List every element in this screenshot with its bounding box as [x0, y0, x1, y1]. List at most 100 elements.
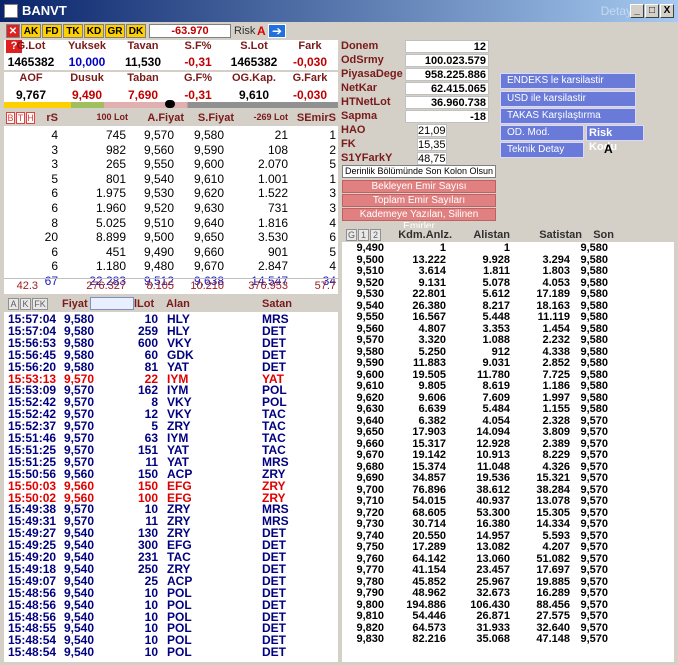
- kademe-cell: 11.119: [537, 311, 570, 323]
- stats-panel: Donem 12 OdSrmy 100.023.579 PiyasaDege 958.22…: [341, 40, 493, 165]
- kademe-cell: 9,580: [580, 345, 608, 358]
- risk-label: Risk: [234, 25, 256, 37]
- teknik-detay-button[interactable]: Teknik Detay: [500, 142, 584, 158]
- kademe-cell: 9,570: [580, 598, 608, 611]
- trades-col-header: Satan: [262, 298, 292, 310]
- kademe-cell: 1.088: [482, 334, 510, 346]
- kademe-cell: 11.883: [412, 357, 446, 369]
- bekleyen-emir-button[interactable]: Bekleyen Emir Sayısı: [342, 180, 496, 193]
- kademe-tab-1[interactable]: 1: [358, 229, 369, 241]
- title-bar: BANVT Detay _ □ X: [0, 0, 678, 22]
- trades-header: A K FK Fiyat lLot Alan Satan: [4, 296, 338, 312]
- kademe-cell: 1: [503, 242, 510, 254]
- trades-col-header: Alan: [166, 298, 190, 310]
- toolbar-gr-button[interactable]: GR: [105, 24, 125, 38]
- toolbar-fd-button[interactable]: FD: [42, 24, 62, 38]
- kademe-cell: 3.320: [418, 334, 446, 346]
- kademe-cell: 9,780: [356, 575, 384, 588]
- kademe-cell: 9,500: [356, 253, 384, 266]
- kademe-col-header: Son: [593, 229, 614, 241]
- depth-cell: 731: [267, 201, 288, 215]
- takas-compare-button[interactable]: TAKAS Karşılaştırma: [500, 108, 636, 124]
- kademe-cell: 9,810: [356, 610, 384, 622]
- kademe-cell: 9,570: [580, 437, 608, 450]
- kademe-cell: 2.328: [542, 414, 570, 427]
- summary-value: -0,030: [292, 88, 328, 102]
- maximize-button[interactable]: □: [645, 4, 659, 18]
- trade-cell: 9,540: [64, 645, 95, 660]
- toplam-emir-button[interactable]: Toplam Emir Sayıları: [342, 194, 496, 207]
- trades-tab-a[interactable]: A: [8, 298, 19, 310]
- summary-label: Yuksek: [68, 40, 106, 52]
- kademe-cell: 38.612: [476, 483, 510, 496]
- kademe-cell: 9,570: [356, 334, 384, 346]
- kademe-cell: 9,570: [580, 575, 608, 588]
- close-button[interactable]: X: [660, 4, 674, 18]
- depth-cell: 20: [44, 230, 58, 245]
- minimize-button[interactable]: _: [630, 4, 644, 18]
- kademe-cell: 14.957: [476, 529, 510, 542]
- depth-cell: 9,530: [143, 186, 174, 201]
- kademe-cell: 9,570: [580, 495, 608, 507]
- kademe-cell: 27.575: [536, 610, 570, 622]
- kademe-cell: 5.484: [482, 403, 510, 415]
- kademe-tab-G[interactable]: G: [346, 229, 357, 241]
- depth-tab-b[interactable]: B: [6, 112, 15, 124]
- trade-cell: 15:48:54: [8, 645, 57, 660]
- risk-kodu-button[interactable]: Risk Kodu: [586, 125, 644, 153]
- summary-label: S.F%: [184, 40, 212, 52]
- depth-tab-t[interactable]: T: [16, 112, 25, 124]
- kademe-cell: 9,570: [580, 552, 608, 565]
- usd-compare-button[interactable]: USD ile karsilastir: [500, 91, 636, 107]
- stat-label: PiyasaDege: [341, 68, 403, 80]
- window-right-title: Detay: [600, 4, 632, 18]
- kademe-cell: 11.780: [476, 368, 510, 381]
- kademe-cell: 9,740: [356, 529, 384, 542]
- trades-tab-k[interactable]: K: [20, 298, 31, 310]
- stat-label: NetKar: [341, 82, 378, 94]
- kademe-cell: 8.229: [542, 449, 570, 461]
- depth-cell: 4: [329, 259, 336, 274]
- close-x-icon[interactable]: ✕: [6, 24, 20, 38]
- kademe-tab-2[interactable]: 2: [370, 229, 381, 241]
- depth-cell: 9,480: [143, 259, 174, 274]
- kademe-cell: 17.289: [412, 541, 446, 553]
- kademe-cell: 3.809: [542, 426, 570, 438]
- kademe-cell: 14.094: [476, 426, 510, 438]
- endeks-compare-button[interactable]: ENDEKS le karsilastir: [500, 73, 636, 89]
- depth-cell: 9,490: [143, 244, 174, 259]
- kademe-cell: 9,570: [580, 541, 608, 553]
- depth-tab-h[interactable]: H: [26, 112, 35, 124]
- depth-cell: 9,520: [143, 201, 174, 215]
- depth-cell: 9,650: [193, 230, 224, 245]
- toolbar-kd-button[interactable]: KD: [84, 24, 104, 38]
- kademe-cell: 9,760: [356, 552, 384, 565]
- trades-filter-input[interactable]: [90, 297, 134, 310]
- depth-col-header: -269 Lot: [253, 112, 288, 122]
- kademe-cell: 9,540: [356, 299, 384, 312]
- depth-col-header: S.Fiyat: [197, 112, 234, 124]
- toolbar-tk-button[interactable]: TK: [63, 24, 83, 38]
- kademe-cell: 15.374: [412, 460, 446, 473]
- kademe-cell: 32.673: [476, 587, 510, 599]
- kademe-emir-button[interactable]: Kademeye Yazılan, Silinen Emirler: [342, 208, 496, 232]
- toolbar-ak-button[interactable]: AK: [21, 24, 41, 38]
- trades-tab-fk[interactable]: FK: [32, 298, 48, 310]
- toolbar-dk-button[interactable]: DK: [126, 24, 146, 38]
- arrow-right-icon[interactable]: ➔: [268, 24, 286, 38]
- kademe-cell: 9,570: [580, 460, 608, 473]
- kademe-cell: 8.619: [482, 380, 510, 392]
- kademe-cell: 82.216: [412, 633, 446, 645]
- depth-cell: 6: [51, 244, 58, 259]
- kademe-cell: 1.155: [542, 403, 570, 415]
- stat-label: S1YFarkY: [341, 152, 393, 164]
- kademe-header: G 1 2 Kdm.Anlz. Alistan Satistan Son: [342, 228, 674, 242]
- od-mod-button[interactable]: OD. Mod.: [500, 125, 584, 141]
- depth-col-header: rS: [46, 112, 58, 124]
- kademe-cell: 88.456: [536, 598, 570, 611]
- kademe-cell: 20.550: [412, 529, 446, 542]
- stat-value: 21,09: [417, 124, 447, 137]
- depth-cell: 9,670: [193, 259, 224, 274]
- kademe-cell: 9,580: [580, 265, 608, 277]
- kademe-cell: 9,620: [356, 391, 384, 404]
